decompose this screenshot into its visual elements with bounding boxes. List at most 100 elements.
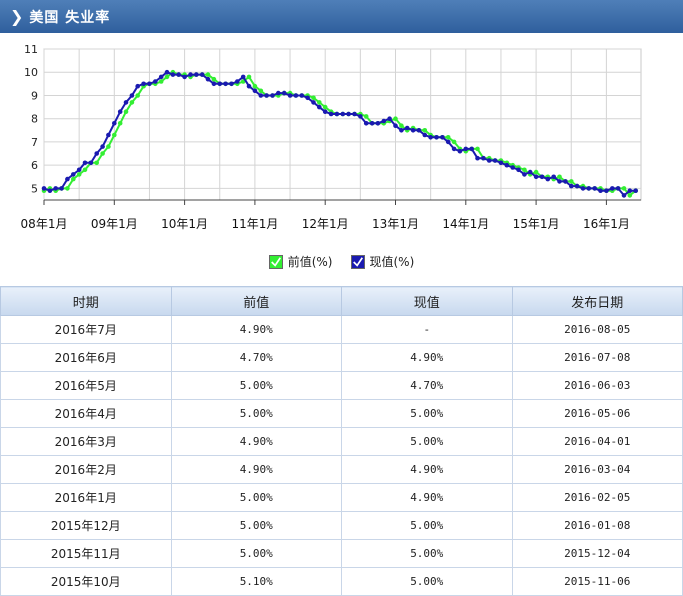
cell-date: 2016-06-03 xyxy=(511,371,683,400)
series-curr-point xyxy=(182,74,187,80)
table-row: 2016年4月 5.00% 5.00% 2016-05-06 xyxy=(0,399,683,428)
cell-prev: 5.00% xyxy=(170,483,342,512)
series-prev-point xyxy=(129,100,135,105)
series-curr-point xyxy=(41,186,47,191)
series-prev-point xyxy=(627,193,633,198)
series-prev-point xyxy=(317,100,322,105)
x-tick-label: 15年1月 xyxy=(513,217,560,231)
cell-prev: 5.00% xyxy=(170,399,342,428)
y-tick-label: 7 xyxy=(31,136,38,149)
series-curr-point xyxy=(463,146,469,152)
col-prev: 前值 xyxy=(170,286,342,316)
series-curr-point xyxy=(299,93,305,98)
series-prev-point xyxy=(205,72,211,77)
series-curr-point xyxy=(533,174,539,180)
table-row: 2015年12月 5.00% 5.00% 2016-01-08 xyxy=(0,511,683,540)
series-prev-point xyxy=(393,116,398,121)
series-curr-point xyxy=(135,83,140,89)
series-prev-point xyxy=(363,114,369,119)
cell-curr: 5.00% xyxy=(341,399,513,428)
cell-prev: 4.90% xyxy=(170,315,342,344)
series-curr-point xyxy=(281,90,287,96)
series-prev-point xyxy=(258,88,264,94)
series-curr-point xyxy=(604,188,609,193)
col-period: 时期 xyxy=(0,286,172,316)
series-prev-point xyxy=(117,121,123,126)
series-curr-point xyxy=(129,93,135,98)
series-curr-point xyxy=(358,114,363,119)
series-curr-point xyxy=(516,167,521,173)
series-curr-point xyxy=(393,123,398,128)
series-curr-point xyxy=(481,155,486,161)
series-prev-point xyxy=(569,179,574,184)
cell-period: 2016年5月 xyxy=(0,371,172,400)
series-curr-point xyxy=(422,132,428,138)
series-prev-point xyxy=(322,104,328,110)
series-prev-point xyxy=(445,135,451,140)
series-prev-point xyxy=(621,186,627,191)
series-curr-point xyxy=(522,172,527,177)
series-prev-point xyxy=(65,186,70,191)
cell-period: 2015年10月 xyxy=(0,567,172,596)
series-curr-point xyxy=(47,188,53,193)
table-row: 2016年2月 4.90% 4.90% 2016-03-04 xyxy=(0,455,683,484)
series-curr-point xyxy=(276,90,281,96)
chart-legend: 前值(%) 现值(%) xyxy=(0,253,683,270)
series-curr-point xyxy=(141,81,146,87)
series-prev-point xyxy=(311,95,316,101)
x-tick-label: 09年1月 xyxy=(91,217,138,231)
series-curr-point xyxy=(574,183,580,189)
table-row: 2015年11月 5.00% 5.00% 2015-12-04 xyxy=(0,539,683,568)
series-curr-point xyxy=(117,109,123,114)
y-tick-label: 5 xyxy=(31,182,38,195)
series-curr-point xyxy=(235,79,240,84)
cell-period: 2016年2月 xyxy=(0,455,172,484)
series-curr-point xyxy=(106,132,111,138)
table-header-row: 时期 前值 现值 发布日期 xyxy=(0,286,683,316)
series-curr-point xyxy=(322,109,328,114)
series-curr-point xyxy=(240,74,246,80)
series-curr-point xyxy=(580,186,586,191)
series-curr-point xyxy=(53,186,58,191)
cell-period: 2016年1月 xyxy=(0,483,172,512)
cell-date: 2016-07-08 xyxy=(511,343,683,372)
series-prev-point xyxy=(82,167,88,173)
x-tick-label: 11年1月 xyxy=(231,217,278,231)
series-curr-point xyxy=(100,144,105,149)
series-curr-point xyxy=(404,125,410,131)
cell-period: 2016年7月 xyxy=(0,315,172,344)
cell-curr: 5.00% xyxy=(341,427,513,456)
legend-prev-label: 前值(%) xyxy=(287,255,333,269)
cell-curr: 4.90% xyxy=(341,483,513,512)
prev-check-icon[interactable] xyxy=(268,254,283,269)
cell-date: 2016-01-08 xyxy=(511,511,683,540)
cell-prev: 5.00% xyxy=(170,539,342,568)
col-date: 发布日期 xyxy=(511,286,683,316)
series-curr-point xyxy=(475,155,480,161)
y-tick-label: 8 xyxy=(31,113,38,126)
legend-curr[interactable]: 现值(%) xyxy=(350,253,414,270)
legend-prev[interactable]: 前值(%) xyxy=(268,253,333,270)
series-curr-point xyxy=(410,128,416,133)
series-curr-point xyxy=(445,139,451,145)
series-prev-point xyxy=(94,160,99,166)
series-curr-point xyxy=(94,151,99,156)
series-prev-point xyxy=(123,109,129,114)
table-row: 2016年5月 5.00% 4.70% 2016-06-03 xyxy=(0,371,683,400)
series-curr-point xyxy=(287,93,293,98)
chevron-right-icon[interactable]: ❯ xyxy=(10,7,23,26)
series-curr-point xyxy=(65,176,70,182)
cell-date: 2016-05-06 xyxy=(511,399,683,428)
cell-period: 2015年11月 xyxy=(0,539,172,568)
x-tick-label: 14年1月 xyxy=(442,217,489,231)
cell-curr: 4.70% xyxy=(341,371,513,400)
series-curr-point xyxy=(223,81,228,87)
series-curr-point xyxy=(416,128,422,133)
curr-check-icon[interactable] xyxy=(350,254,365,269)
series-prev-point xyxy=(71,176,76,182)
series-prev-point xyxy=(106,144,111,149)
cell-prev: 4.70% xyxy=(170,343,342,372)
x-tick-label: 12年1月 xyxy=(302,217,349,231)
series-curr-point xyxy=(498,160,504,166)
cell-period: 2016年6月 xyxy=(0,343,172,372)
